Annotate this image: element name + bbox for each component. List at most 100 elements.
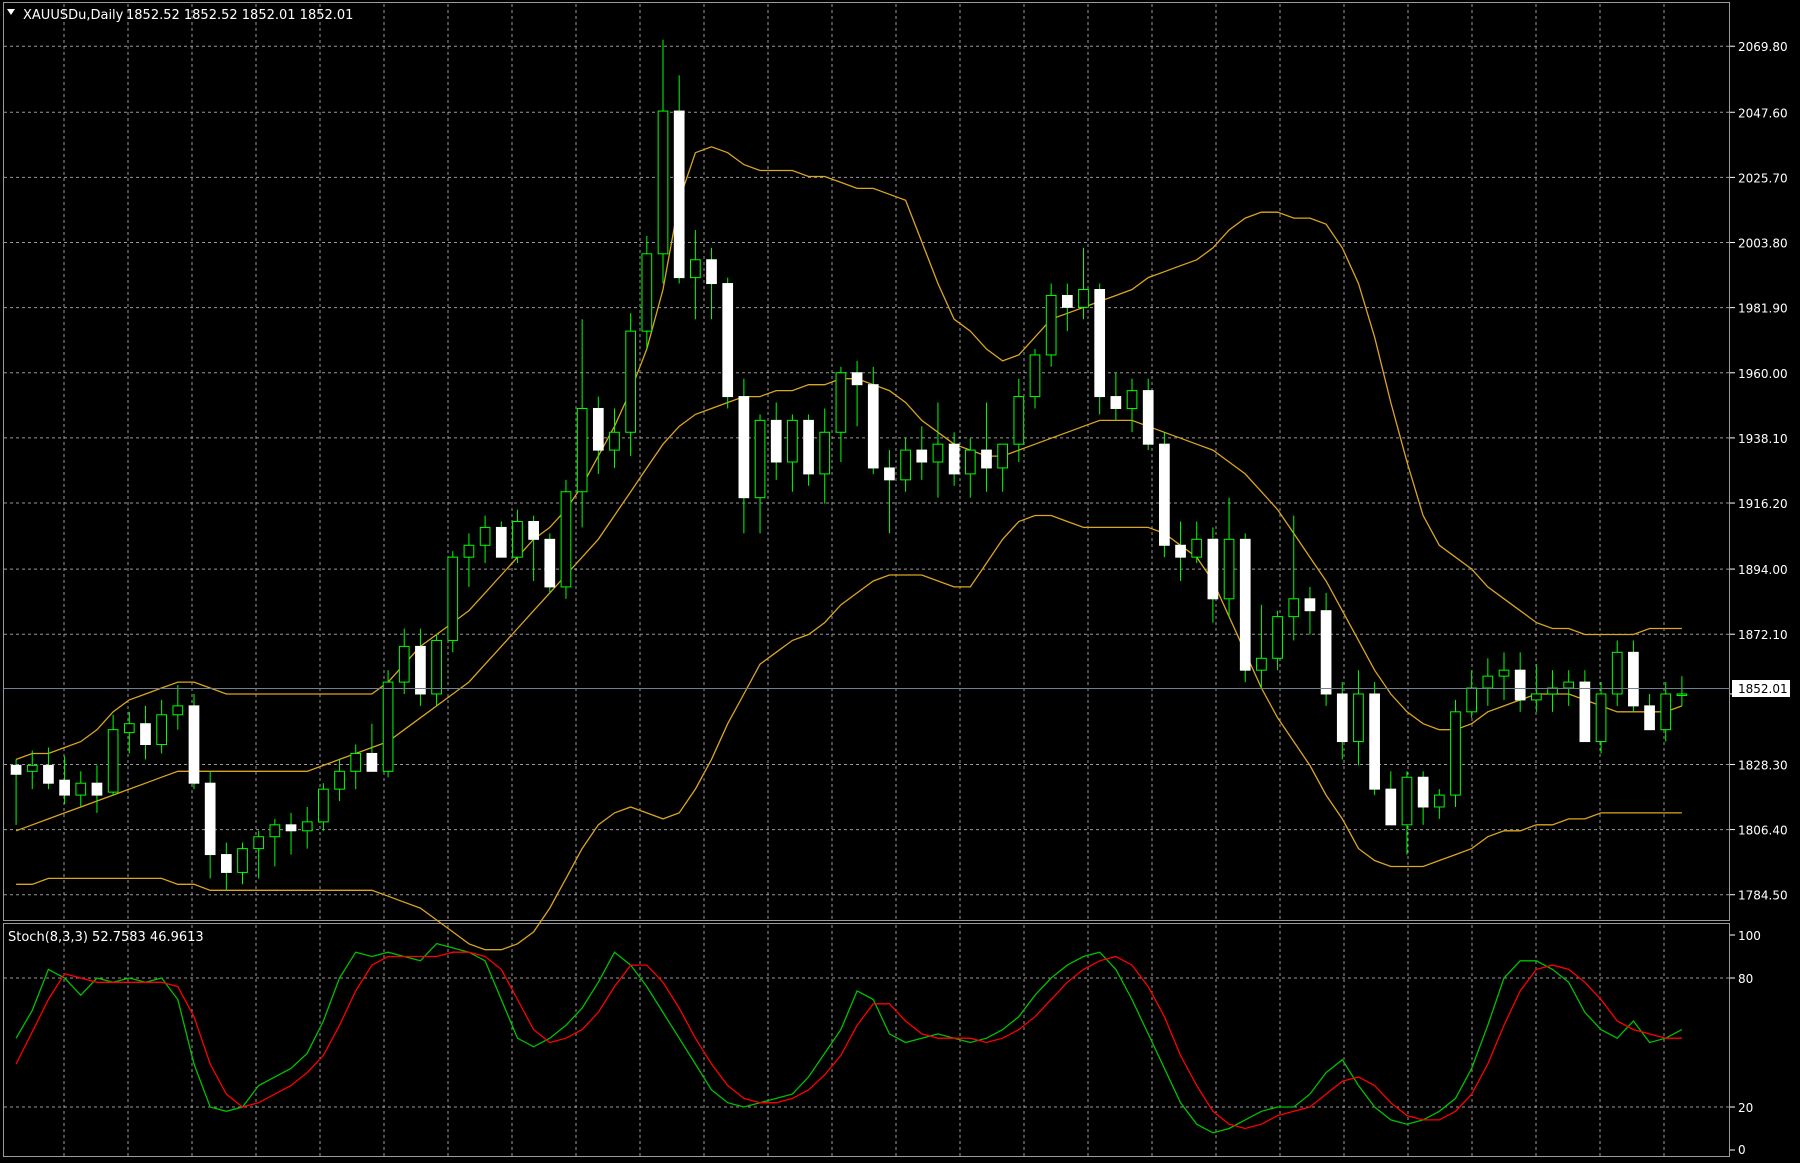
bull-candle-body (900, 449, 911, 481)
bull-candle-body (1450, 711, 1461, 796)
bull-candle-body (1433, 794, 1445, 808)
bull-candle-body (512, 520, 523, 558)
candle (544, 533, 556, 593)
bull-candle-body (1676, 693, 1688, 696)
bull-candle-body (625, 330, 637, 433)
bear-candle-body (220, 854, 232, 873)
bear-candle-body (706, 259, 717, 285)
bull-candle-body (253, 836, 265, 850)
bear-candle-body (1417, 776, 1429, 808)
bull-candle-body (1563, 681, 1575, 689)
chart-window[interactable]: 2069.80 2047.60 2025.70 2003.80 1981.90 1960.… (0, 0, 1800, 1159)
bear-candle-body (495, 526, 507, 558)
bear-candle-body (1628, 651, 1639, 707)
bull-candle-body (1029, 354, 1041, 398)
symbol-label: XAUUSDu,Daily (23, 8, 124, 23)
bull-candle-body (1078, 289, 1089, 308)
bull-candle-body (560, 491, 572, 588)
bear-candle-body (867, 384, 879, 469)
bull-candle-body (269, 824, 281, 838)
bear-candle-body (1369, 693, 1380, 790)
bear-candle-body (43, 764, 54, 784)
bull-candle-body (1401, 776, 1413, 826)
stoch-tick-label: 100 (1738, 929, 1761, 943)
bear-candle-body (770, 419, 782, 463)
bear-candle-body (592, 407, 604, 451)
bear-candle-body (916, 449, 928, 463)
candle (447, 551, 459, 653)
price-tick-label: 1916.20 (1738, 497, 1788, 511)
bull-candle-body (997, 443, 1008, 469)
candle (188, 693, 200, 790)
bear-candle-body (803, 419, 814, 475)
candle (1094, 283, 1106, 415)
bear-candle-body (1644, 705, 1655, 731)
stoch-tick-label: 0 (1738, 1143, 1746, 1157)
bear-candle-body (10, 764, 22, 775)
bear-candle-body (366, 752, 378, 772)
bear-candle-body (1061, 294, 1073, 308)
bull-candle-body (1013, 396, 1025, 445)
bear-candle-body (673, 110, 685, 279)
bull-candle-body (123, 723, 135, 734)
bull-candle-body (172, 705, 184, 716)
candle (1045, 283, 1057, 367)
price-chart[interactable]: 2069.80 2047.60 2025.70 2003.80 1981.90 1960.… (0, 0, 1800, 1159)
price-tick-label: 1828.30 (1738, 758, 1788, 772)
bull-candle-body (609, 431, 620, 451)
stoch-tick-label: 80 (1738, 972, 1753, 986)
bear-candle-body (285, 824, 297, 832)
price-tick-label: 2069.80 (1738, 40, 1788, 54)
bull-candle-body (1482, 675, 1494, 689)
bull-candle-body (657, 110, 669, 255)
bull-candle-body (1353, 693, 1364, 743)
bear-candle-body (91, 782, 103, 796)
bull-candle-body (334, 770, 345, 790)
bear-candle-body (188, 705, 200, 784)
stoch-label: Stoch(8,3,3) 52.7583 46.9613 (8, 930, 204, 945)
bear-candle-body (544, 538, 556, 588)
price-tick-label: 1872.10 (1738, 628, 1788, 642)
bull-candle-body (1288, 598, 1300, 618)
bull-candle-body (1660, 693, 1672, 731)
bull-candle-body (26, 764, 38, 772)
bear-candle-body (1304, 598, 1316, 612)
bear-candle-body (204, 782, 216, 856)
candle (382, 670, 394, 778)
bull-candle-body (1223, 538, 1235, 600)
bear-candle-body (722, 283, 734, 398)
bear-candle-body (528, 520, 539, 540)
bear-candle-body (1239, 538, 1251, 671)
candle (1450, 699, 1461, 807)
bull-candle-body (107, 729, 119, 793)
bear-candle-body (884, 467, 895, 481)
bull-candle-body (447, 556, 459, 641)
bull-candle-body (1466, 687, 1478, 713)
candle (1239, 533, 1251, 683)
bull-candle-body (1045, 294, 1057, 356)
bear-candle-body (738, 396, 750, 499)
bull-candle-body (690, 259, 701, 279)
price-tick-label: 2047.60 (1738, 106, 1788, 120)
bear-candle-body (59, 779, 70, 796)
bear-candle-body (1110, 396, 1122, 409)
price-tick-label: 1806.40 (1738, 824, 1788, 838)
bull-candle-body (301, 821, 313, 832)
bear-candle-body (1159, 443, 1170, 546)
bull-candle-body (463, 544, 475, 558)
price-tick-label: 2003.80 (1738, 237, 1788, 251)
candle (1369, 682, 1380, 796)
stoch-tick-label: 20 (1738, 1101, 1753, 1115)
bear-candle-body (981, 449, 992, 469)
bull-candle-body (964, 449, 976, 475)
bear-candle-body (1207, 538, 1219, 600)
price-tick-label: 1938.10 (1738, 432, 1788, 446)
bull-candle-body (576, 407, 588, 493)
bear-candle-body (1385, 788, 1397, 826)
ohlc-label: 1852.52 1852.52 1852.01 1852.01 (126, 8, 353, 23)
bull-candle-body (819, 431, 831, 475)
bull-candle-body (75, 782, 87, 796)
bull-candle-body (431, 639, 442, 695)
price-tick-label: 1784.50 (1738, 889, 1788, 903)
bull-candle-body (479, 526, 491, 546)
